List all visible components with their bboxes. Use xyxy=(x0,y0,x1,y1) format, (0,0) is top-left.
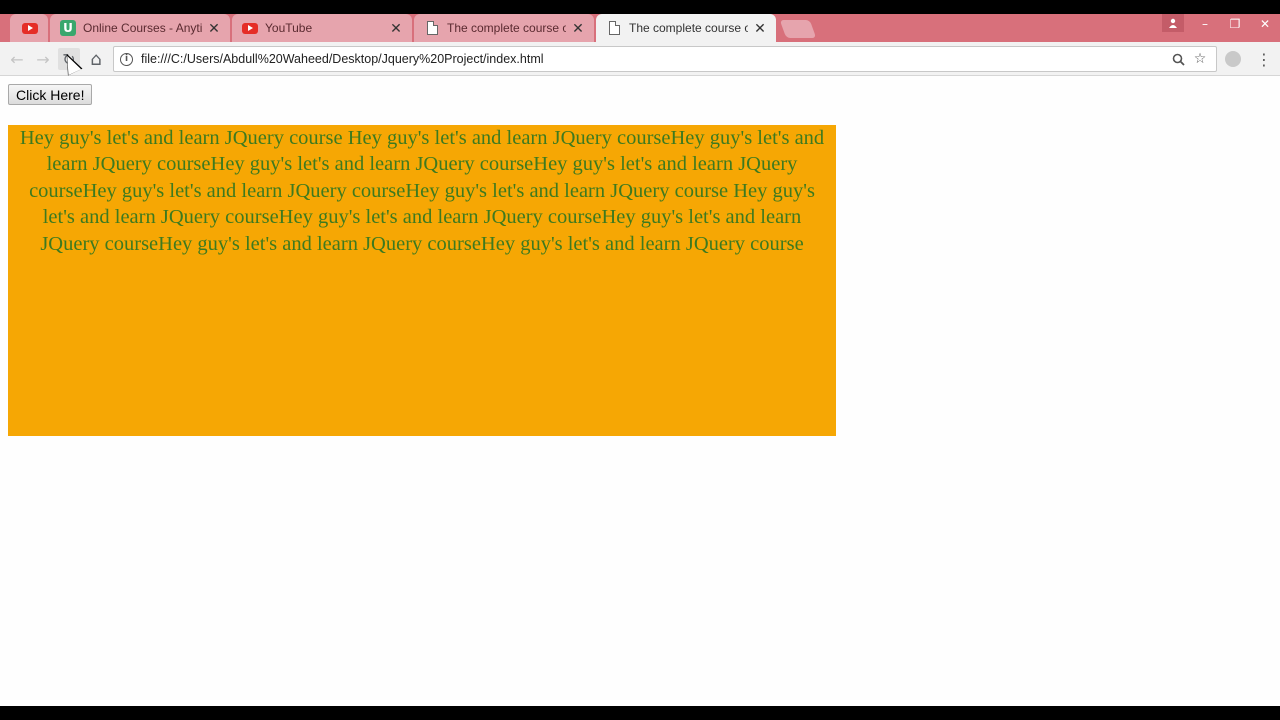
new-tab-button[interactable] xyxy=(779,20,817,38)
tab-title: YouTube xyxy=(265,21,313,35)
info-icon[interactable]: i xyxy=(120,52,133,66)
document-icon xyxy=(424,20,440,36)
tab-title: The complete course of xyxy=(629,21,748,35)
url-text[interactable]: file:///C:/Users/Abdull%20Waheed/Desktop… xyxy=(141,52,1166,66)
extension-icon[interactable] xyxy=(1225,51,1241,67)
tab-complete-course-active[interactable]: The complete course of ✕ xyxy=(596,14,776,42)
close-icon[interactable]: ✕ xyxy=(570,20,586,36)
browser-toolbar: ← → ↻ ⌂ i file:///C:/Users/Abdull%20Wahe… xyxy=(0,42,1280,76)
tab-strip: U Online Courses - Anytim ✕ YouTube ✕ Th… xyxy=(0,14,1280,42)
forward-button[interactable]: → xyxy=(32,48,54,70)
close-icon[interactable]: ✕ xyxy=(388,20,404,36)
minimize-button[interactable]: – xyxy=(1190,14,1220,34)
close-window-button[interactable]: ✕ xyxy=(1250,14,1280,34)
click-here-button[interactable]: Click Here! xyxy=(8,84,93,105)
close-icon[interactable]: ✕ xyxy=(752,20,768,36)
bottom-letterbox xyxy=(0,706,1280,720)
zoom-icon[interactable] xyxy=(1168,49,1188,69)
restore-button[interactable]: ❐ xyxy=(1220,14,1250,34)
tab-youtube[interactable]: YouTube ✕ xyxy=(232,14,412,42)
youtube-icon xyxy=(22,20,38,36)
document-icon xyxy=(606,20,622,36)
bookmark-star-icon[interactable]: ☆ xyxy=(1190,49,1210,69)
address-bar[interactable]: i file:///C:/Users/Abdull%20Waheed/Deskt… xyxy=(113,46,1217,72)
window-controls: – ❐ ✕ xyxy=(1162,14,1280,34)
home-button[interactable]: ⌂ xyxy=(85,48,107,70)
udemy-icon: U xyxy=(60,20,76,36)
tab-title: Online Courses - Anytim xyxy=(83,21,202,35)
menu-icon[interactable]: ⋮ xyxy=(1254,49,1274,69)
tab-pinned-youtube[interactable] xyxy=(10,14,48,42)
profile-icon[interactable] xyxy=(1162,14,1184,32)
youtube-icon xyxy=(242,20,258,36)
tab-title: The complete course of xyxy=(447,21,566,35)
close-icon[interactable]: ✕ xyxy=(206,20,222,36)
tab-online-courses[interactable]: U Online Courses - Anytim ✕ xyxy=(50,14,230,42)
content-box: Hey guy's let's and learn JQuery course … xyxy=(8,125,836,436)
page-viewport: Click Here! Hey guy's let's and learn JQ… xyxy=(0,76,1280,706)
back-button[interactable]: ← xyxy=(6,48,28,70)
tab-complete-course-1[interactable]: The complete course of ✕ xyxy=(414,14,594,42)
top-letterbox xyxy=(0,0,1280,14)
